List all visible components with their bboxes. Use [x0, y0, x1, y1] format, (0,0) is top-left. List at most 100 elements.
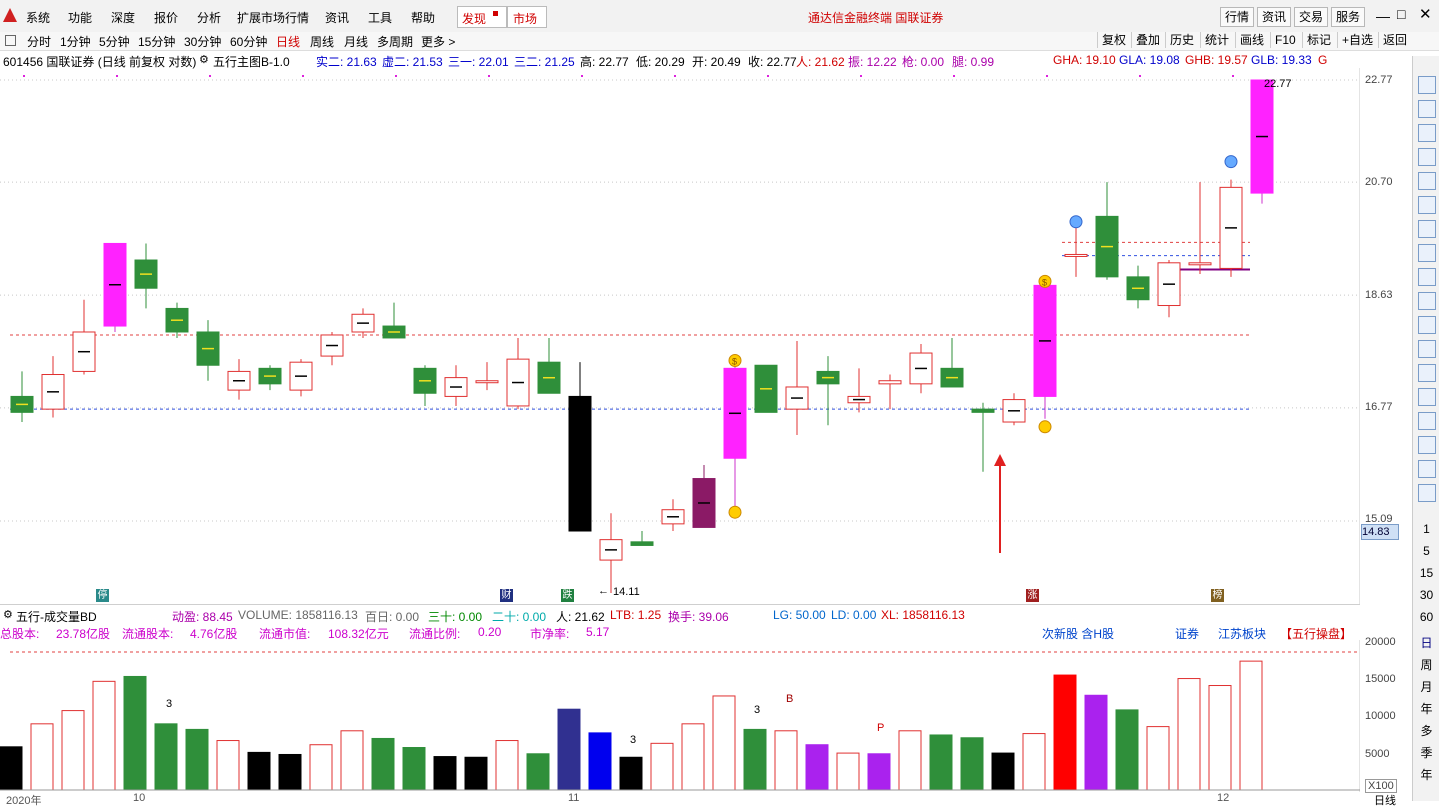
refresh-icon[interactable] [1418, 484, 1436, 502]
settings-gear-icon[interactable]: ⚙ [3, 608, 13, 621]
news-button[interactable]: 资讯 [1257, 7, 1292, 27]
volume-indicator-name[interactable]: 五行-成交量BD [16, 608, 97, 625]
volume-bar [247, 751, 271, 791]
period-15min[interactable]: 15分钟 [138, 33, 175, 50]
list-icon[interactable] [1418, 124, 1436, 142]
rsi-icon[interactable] [1418, 364, 1436, 382]
interval-30[interactable]: 30 [1413, 588, 1439, 602]
ershi-value: 二十: 0.00 [492, 610, 547, 624]
doc-icon[interactable] [1418, 268, 1436, 286]
menu-depth[interactable]: 深度 [111, 9, 135, 26]
notify-dot-icon [493, 11, 498, 16]
tool-draw[interactable]: 画线 [1235, 32, 1268, 48]
period-weekly[interactable]: 周线 [310, 33, 334, 50]
ghb-value: GHB: 19.57 [1185, 53, 1248, 67]
volume-bar [123, 675, 147, 791]
volume-bar [185, 728, 209, 791]
grid-icon[interactable] [1418, 316, 1436, 334]
price-chart[interactable]: $$ [0, 68, 1360, 604]
period-60min[interactable]: 60分钟 [230, 33, 267, 50]
menu-tools[interactable]: 工具 [368, 9, 392, 26]
pen-icon[interactable] [1418, 436, 1436, 454]
period-day[interactable]: 日 [1413, 634, 1439, 651]
x-axis-year: 2020年 [6, 795, 42, 807]
move-icon[interactable] [1418, 412, 1436, 430]
tool-mark[interactable]: 标记 [1302, 32, 1335, 48]
discover-button[interactable]: 发现 [457, 6, 507, 28]
chart-icon[interactable] [1418, 148, 1436, 166]
tool-f10[interactable]: F10 [1270, 32, 1300, 48]
volume-bar [216, 740, 240, 791]
f12-icon[interactable] [1418, 292, 1436, 310]
volume-bar [495, 740, 519, 791]
period-multi-side[interactable]: 多 [1413, 722, 1439, 739]
top-dot [1232, 75, 1234, 77]
board-marker[interactable]: 榜 [1211, 589, 1224, 602]
gla-value: GLA: 19.08 [1119, 53, 1180, 67]
f5-icon[interactable] [1418, 460, 1436, 478]
volume-bar [712, 695, 736, 791]
period-more[interactable]: 更多 > [421, 33, 455, 50]
rise-marker[interactable]: 涨 [1026, 589, 1039, 602]
tool-history[interactable]: 历史 [1165, 32, 1198, 48]
top-dot [860, 75, 862, 77]
drop-marker[interactable]: 跌 [561, 589, 574, 602]
vol-annotation-5: P [877, 722, 885, 734]
menu-extended-market[interactable]: 扩展市场行情 [237, 9, 309, 26]
market-button[interactable]: 市场 [507, 6, 547, 28]
period-tick[interactable]: 分时 [27, 33, 51, 50]
menu-info[interactable]: 资讯 [325, 9, 349, 26]
trend-icon[interactable] [1418, 172, 1436, 190]
period-quarter[interactable]: 季 [1413, 744, 1439, 761]
volume-bar [1053, 674, 1077, 791]
f10-icon[interactable] [1418, 220, 1436, 238]
down-icon[interactable] [1418, 100, 1436, 118]
close-icon[interactable]: ✕ [1419, 5, 1432, 23]
interval-1[interactable]: 1 [1413, 522, 1439, 536]
tool-back[interactable]: 返回 [1378, 32, 1411, 48]
vol-annotation-4: B [786, 693, 794, 705]
volume-chart[interactable] [0, 640, 1360, 792]
menu-function[interactable]: 功能 [68, 9, 92, 26]
top-dot [395, 75, 397, 77]
interval-60[interactable]: 60 [1413, 610, 1439, 624]
trade-button[interactable]: 交易 [1294, 7, 1329, 27]
tool-adjust[interactable]: 复权 [1097, 32, 1130, 48]
minimize-icon[interactable]: — [1376, 8, 1390, 24]
period-monthly[interactable]: 月线 [344, 33, 368, 50]
sanshi-value: 三十: 0.00 [428, 610, 483, 624]
volume-bar [929, 734, 953, 791]
menu-help[interactable]: 帮助 [411, 9, 435, 26]
candle-icon[interactable] [1418, 196, 1436, 214]
period-multi[interactable]: 多周期 [377, 33, 413, 50]
arrow-head-icon [994, 454, 1006, 466]
interval-15[interactable]: 15 [1413, 566, 1439, 580]
period-1min[interactable]: 1分钟 [60, 33, 91, 50]
period-year[interactable]: 年 [1413, 700, 1439, 717]
interval-5[interactable]: 5 [1413, 544, 1439, 558]
tool-stats[interactable]: 统计 [1200, 32, 1233, 48]
service-button[interactable]: 服务 [1331, 7, 1366, 27]
tool-add-watch[interactable]: +自选 [1337, 32, 1377, 48]
wave-icon[interactable] [1418, 340, 1436, 358]
finance-marker[interactable]: 财 [500, 589, 513, 602]
period-month[interactable]: 月 [1413, 678, 1439, 695]
maximize-icon[interactable]: □ [1397, 6, 1405, 22]
settings-gear-icon[interactable]: ⚙ [199, 53, 209, 66]
period-daily[interactable]: 日线 [276, 33, 300, 50]
book-icon[interactable] [1418, 244, 1436, 262]
menu-analysis[interactable]: 分析 [197, 9, 221, 26]
menu-quote[interactable]: 报价 [154, 9, 178, 26]
tool-icon[interactable] [1418, 388, 1436, 406]
period-30min[interactable]: 30分钟 [184, 33, 221, 50]
x-axis-period: 日线 [1374, 795, 1396, 807]
quotes-button[interactable]: 行情 [1220, 7, 1255, 27]
period-year-2[interactable]: 年 [1413, 766, 1439, 783]
suspend-marker[interactable]: 停 [96, 589, 109, 602]
panel-toggle-icon[interactable] [5, 35, 16, 46]
period-week[interactable]: 周 [1413, 656, 1439, 673]
up-icon[interactable] [1418, 76, 1436, 94]
menu-system[interactable]: 系统 [26, 9, 50, 26]
period-5min[interactable]: 5分钟 [99, 33, 130, 50]
tool-overlay[interactable]: 叠加 [1131, 32, 1164, 48]
